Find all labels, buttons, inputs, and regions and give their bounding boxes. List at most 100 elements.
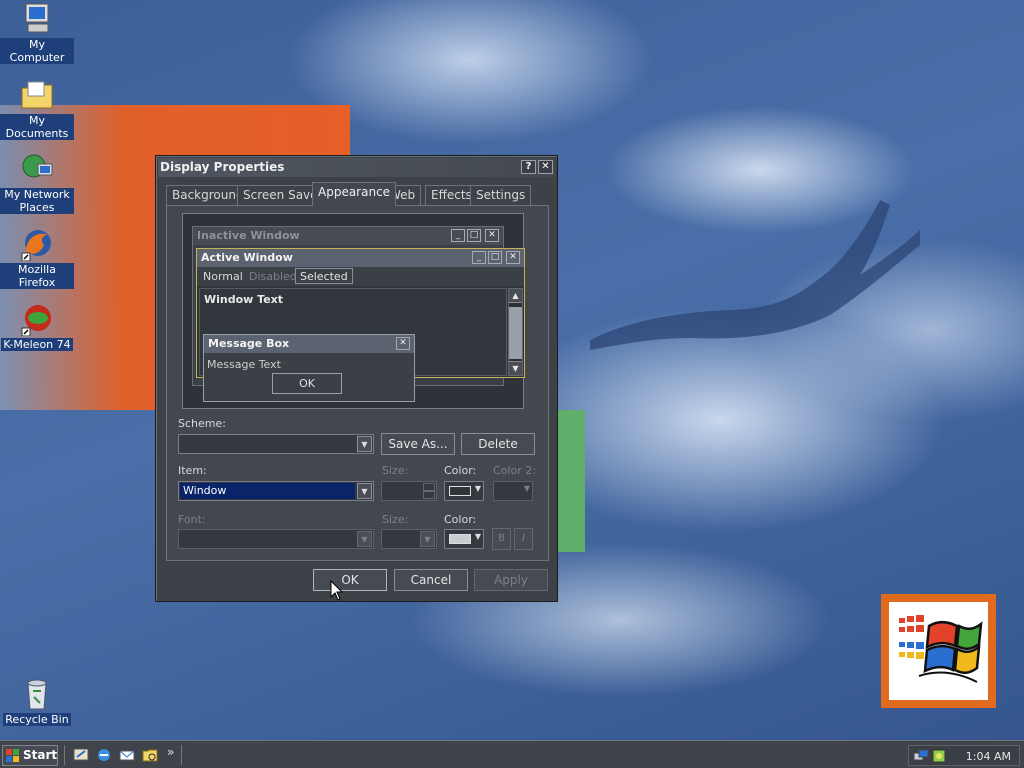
wallpaper-diver-silhouette — [590, 200, 920, 350]
quicklaunch-chevron[interactable]: » — [167, 745, 174, 759]
preview-message-box: Message Box ✕ Message Text OK — [203, 334, 415, 402]
preview-msgbox-ok-button: OK — [272, 373, 342, 394]
desktop-icon-label: My Computer — [0, 38, 74, 64]
minimize-icon: _ — [451, 229, 465, 242]
close-icon: ✕ — [396, 337, 410, 350]
desktop-icon-recycle-bin[interactable]: Recycle Bin — [0, 677, 74, 726]
scroll-up-icon: ▲ — [509, 289, 522, 303]
chevron-down-icon: ▼ — [357, 483, 372, 499]
scheme-dropdown[interactable]: ▼ — [178, 434, 374, 454]
font-label: Font: — [178, 513, 206, 526]
scroll-thumb — [509, 307, 522, 359]
tab-appearance[interactable]: Appearance — [312, 182, 397, 206]
desktop-icon-label-line2: Places — [19, 201, 55, 214]
color-swatch — [449, 534, 471, 544]
preview-menu-normal: Normal — [203, 270, 243, 283]
desktop-icon-label: K-Meleon 74 — [1, 338, 73, 351]
item-value: Window — [180, 483, 355, 499]
ok-button[interactable]: OK — [313, 569, 387, 591]
chevron-down-icon: ▼ — [420, 531, 435, 547]
scroll-down-icon: ▼ — [509, 361, 522, 375]
network-places-icon — [20, 152, 54, 186]
chevron-down-icon: ▼ — [523, 484, 530, 493]
taskbar: Start » 1:04 AM — [0, 740, 1024, 768]
maximize-icon: □ — [467, 229, 481, 242]
color-label: Color: — [444, 464, 477, 477]
delete-button[interactable]: Delete — [461, 433, 535, 455]
my-documents-icon — [20, 78, 54, 112]
font-size-dropdown: ▼ — [381, 529, 437, 549]
desktop-icon-my-documents[interactable]: My Documents — [0, 78, 74, 140]
windows-logo — [881, 594, 996, 708]
system-tray: 1:04 AM — [908, 745, 1020, 766]
spin-up-icon — [423, 483, 435, 491]
recycle-bin-icon — [20, 677, 54, 711]
close-button[interactable]: ✕ — [538, 160, 553, 174]
desktop-icon-my-computer[interactable]: My Computer — [0, 2, 74, 64]
close-icon: ✕ — [506, 251, 520, 264]
preview-menu-disabled: Disabled — [249, 270, 297, 283]
item-color-picker[interactable]: ▼ — [444, 481, 484, 501]
desktop-icon-label: My Documents — [0, 114, 74, 140]
appearance-preview[interactable]: Inactive Window _ □ ✕ Active Window _ □ … — [182, 213, 525, 409]
start-button[interactable]: Start — [2, 745, 58, 766]
dialog-title: Display Properties — [160, 160, 285, 174]
my-computer-icon — [20, 2, 54, 36]
desktop-icon-label-line1: My Network — [4, 188, 70, 201]
tray-app-icon[interactable] — [931, 748, 947, 764]
spin-down-icon — [423, 491, 435, 499]
save-as-button[interactable]: Save As... — [381, 433, 455, 455]
wallpaper-green-band — [557, 410, 585, 552]
preview-menu-bar: Normal Disabled Selected — [197, 267, 524, 286]
mouse-cursor-icon — [330, 580, 344, 601]
preview-msgbox-title: Message Box — [204, 335, 414, 353]
italic-button[interactable]: I — [514, 528, 533, 550]
network-tray-icon[interactable] — [913, 748, 929, 764]
tab-settings[interactable]: Settings — [470, 185, 532, 205]
apply-button[interactable]: Apply — [474, 569, 548, 591]
desktop-icon-label: Mozilla Firefox — [0, 263, 74, 289]
explorer-icon[interactable] — [142, 747, 158, 763]
outlook-express-icon[interactable] — [119, 747, 135, 763]
windows-flag-icon — [6, 749, 19, 762]
font-size-label: Size: — [382, 513, 409, 526]
chevron-down-icon: ▼ — [357, 436, 372, 452]
minimize-icon: _ — [472, 251, 486, 264]
cancel-button[interactable]: Cancel — [394, 569, 468, 591]
bold-button[interactable]: B — [492, 528, 511, 550]
display-properties-dialog: Display Properties ? ✕ Background Screen… — [155, 155, 558, 602]
chevron-down-icon: ▼ — [474, 484, 481, 493]
preview-scrollbar: ▲ ▼ — [508, 288, 523, 376]
chevron-down-icon: ▼ — [474, 532, 481, 541]
font-color-label: Color: — [444, 513, 477, 526]
font-dropdown: ▼ — [178, 529, 374, 549]
help-button[interactable]: ? — [521, 160, 536, 174]
item-label: Item: — [178, 464, 207, 477]
item-dropdown[interactable]: Window ▼ — [178, 481, 374, 501]
close-icon: ✕ — [485, 229, 499, 242]
preview-menu-selected: Selected — [295, 268, 353, 284]
internet-explorer-icon[interactable] — [96, 747, 112, 763]
color2-label: Color 2: — [493, 464, 536, 477]
preview-msgbox-text: Message Text — [207, 358, 281, 371]
preview-window-text: Window Text — [204, 293, 284, 306]
item-color2-picker: ▼ — [493, 481, 533, 501]
scheme-label: Scheme: — [178, 417, 226, 430]
k-meleon-icon — [20, 302, 54, 337]
taskbar-separator — [181, 745, 183, 765]
desktop-icon-k-meleon[interactable]: K-Meleon 74 — [0, 302, 74, 351]
start-label: Start — [23, 748, 58, 762]
clock[interactable]: 1:04 AM — [966, 746, 1011, 767]
show-desktop-icon[interactable] — [73, 747, 89, 763]
firefox-icon — [20, 227, 54, 262]
item-size-spinner — [381, 481, 437, 501]
desktop-icon-network-places[interactable]: My Network Places — [0, 152, 74, 214]
desktop-icon-firefox[interactable]: Mozilla Firefox — [0, 227, 74, 289]
color-swatch — [449, 486, 471, 496]
chevron-down-icon: ▼ — [357, 531, 372, 547]
taskbar-separator — [64, 745, 66, 765]
dialog-titlebar[interactable]: Display Properties ? ✕ — [158, 158, 555, 177]
size-label: Size: — [382, 464, 409, 477]
maximize-icon: □ — [488, 251, 502, 264]
font-color-picker[interactable]: ▼ — [444, 529, 484, 549]
